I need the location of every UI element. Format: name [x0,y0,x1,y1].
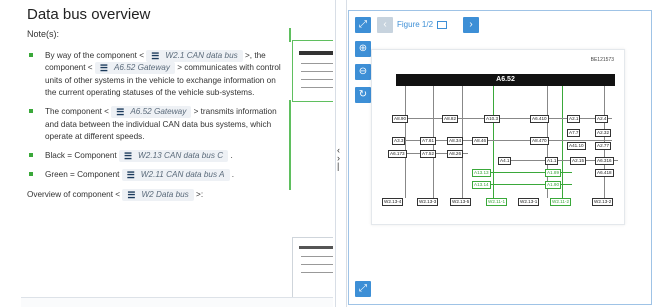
diagram-node: A3.3 [392,137,406,145]
diagram-node: A8.82 [442,115,459,123]
component-link-label: A6.52 Gateway [130,107,187,117]
diagram-node: A41.10 [567,142,586,150]
figure-viewer: ⤢ ‹ Figure 1/2 › ⊕ ⊖ ↻ ⤢ BE121573 A6.52 … [348,10,652,305]
diagram-node: A8.34 [447,137,464,145]
diagram-node: A8.90 [392,115,409,123]
diagram-node: W2.13-4 [382,198,404,206]
menu-icon: ☰ [126,170,135,181]
diagram-node: W2.11-2 [550,198,572,206]
diagram-node: W2.13-1 [518,198,540,206]
overview-text: Overview of component < [27,189,121,199]
overview-text: >: [196,189,204,199]
diagram-node: A7.52 [420,150,437,158]
bullet-icon [29,109,33,114]
menu-icon: ☰ [116,107,125,118]
component-link-label: W2.1 CAN data bus [165,50,238,60]
note-item: Black = Component ☰ W2.13 CAN data bus C … [27,149,289,162]
zoom-in-icon[interactable]: ⊕ [355,41,371,57]
diagram-node: A6.173 [388,150,407,158]
diagram-node: A6.410 [530,115,549,123]
bullet-icon [29,172,33,177]
active-marker [289,28,291,42]
diagram-node: A7.7 [567,129,581,137]
menu-icon: ☰ [151,50,160,61]
notes-panel: Data bus overview Note(s): By way of the… [21,0,333,307]
figure-counter: Figure 1/2 [397,20,434,29]
diagram-node: A1.90 [545,181,562,189]
menu-icon: ☰ [123,150,133,161]
notes-list: By way of the component < ☰ W2.1 CAN data… [27,50,289,207]
note-text: . [231,170,235,180]
diagram-node: A8.46 [472,137,489,145]
component-link-label: W2.11 CAN data bus A [140,170,225,180]
diagram-node: A1.89 [545,169,562,177]
note-text: . [230,151,233,161]
component-link[interactable]: ☰ W2.11 CAN data bus A [121,169,230,182]
reset-view-icon[interactable]: ↻ [355,87,371,103]
note-item: The component < ☰ A6.52 Gateway > transmi… [27,106,289,143]
diagram-node: A8.26 [447,150,464,158]
figure-thumbnail-1[interactable] [292,40,333,102]
collapse-arrows-icon[interactable]: ‹ › | [337,146,340,171]
component-link[interactable]: ☰ A6.52 Gateway [94,62,175,75]
expand-icon[interactable]: ⤢ [355,17,371,33]
overview-line: Overview of component < ☰ W2 Data bus >: [27,188,289,201]
note-text: Black = Component [45,151,117,161]
diagram-node: A4.1 [498,157,512,165]
diagram-node: A10.3 [484,115,501,123]
diagram-node: A2.1 [567,115,581,123]
panel-splitter[interactable]: ‹ › | [335,0,347,307]
diagram-node: A8.470 [530,137,549,145]
bottom-strip [21,297,333,307]
image-icon [437,20,448,29]
gateway-node: A6.52 [396,74,615,86]
figure-thumbnail-2[interactable] [292,237,333,299]
diagram-node: A2.32 [595,129,612,137]
bullet-icon [29,152,33,157]
page-title: Data bus overview [27,6,151,23]
diagram-node: A7.61 [420,137,437,145]
diagram-node: A2.15 [570,157,587,165]
diagram-node: A6.316 [595,157,614,165]
zoom-out-icon[interactable]: ⊖ [355,64,371,80]
note-item: Green = Component ☰ W2.11 CAN data bus A … [27,169,289,182]
component-link[interactable]: ☰ W2.1 CAN data bus [146,50,243,62]
diagram-node: W2.13-5 [450,198,472,206]
diagram-node: W2.11-1 [486,198,508,206]
fullscreen-icon[interactable]: ⤢ [355,281,371,297]
wiring-diagram[interactable]: BE121573 A6.52 A8.90 A8.82 A10.3 A6.410 A2.1… [371,49,625,225]
diagram-node: A6.418 [595,169,614,177]
diagram-node: A13.14 [472,181,491,189]
diagram-node: A2.77 [595,142,612,150]
note-text: Green = Component [45,170,120,180]
component-link-label: A6.52 Gateway [113,63,170,73]
component-link[interactable]: ☰ W2 Data bus [122,188,194,201]
notes-label: Note(s): [27,29,60,39]
diagram-node: A13.13 [472,169,491,177]
note-text: By way of the component < [45,51,144,61]
diagram-node: A2.4 [595,115,609,123]
component-link[interactable]: ☰ A6.52 Gateway [111,106,192,119]
bullet-icon [29,53,33,57]
diagram-node: W2.13-3 [417,198,439,206]
active-marker [289,100,291,190]
note-item: By way of the component < ☰ W2.1 CAN data… [27,50,289,99]
menu-icon: ☰ [127,189,136,200]
menu-icon: ☰ [99,63,108,74]
component-link-label: W2 Data bus [141,189,189,199]
next-figure-button[interactable]: › [463,17,479,33]
figure-label: Figure 1/2 [397,20,448,29]
component-link[interactable]: ☰ W2.13 CAN data bus C [118,149,229,162]
note-text: The component < [45,107,109,117]
diagram-node: A1.1 [545,157,559,165]
document-id: BE121573 [590,57,614,63]
diagram-node: W2.13-2 [592,198,614,206]
component-link-label: W2.13 CAN data bus C [138,150,224,160]
prev-figure-button[interactable]: ‹ [377,17,393,33]
